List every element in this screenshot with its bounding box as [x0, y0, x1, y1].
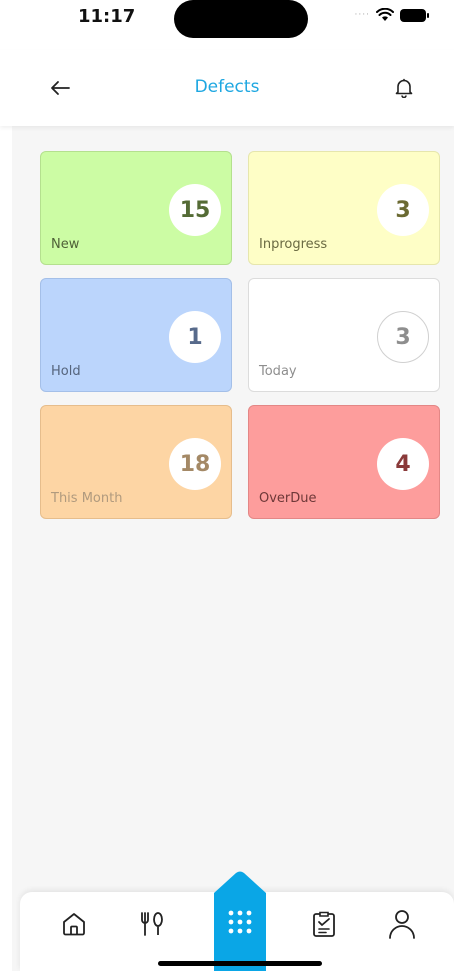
status-time: 11:17: [78, 6, 136, 27]
card-count: 18: [169, 438, 221, 490]
dashboard-content: 15 New 3 Inprogress 1 Hold 3 Today 18 This Month 4…: [12, 126, 454, 971]
apps-grid-icon: [228, 910, 252, 934]
nav-home[interactable]: [54, 904, 94, 944]
status-bar: 11:17 ····: [0, 0, 454, 50]
status-card-hold[interactable]: 1 Hold: [40, 278, 232, 392]
card-count: 3: [377, 184, 429, 236]
card-label: New: [51, 237, 80, 252]
profile-icon: [389, 910, 415, 939]
app-header: Defects: [0, 50, 454, 126]
status-card-today[interactable]: 3 Today: [248, 278, 440, 392]
page-title: Defects: [194, 77, 260, 97]
nav-dining[interactable]: [132, 904, 172, 944]
bottom-navigation: [20, 871, 454, 971]
card-count: 15: [169, 184, 221, 236]
card-label: Today: [259, 364, 297, 379]
card-label: OverDue: [259, 491, 317, 506]
status-card-this-month[interactable]: 18 This Month: [40, 405, 232, 519]
nav-apps[interactable]: [214, 871, 266, 971]
status-card-overdue[interactable]: 4 OverDue: [248, 405, 440, 519]
notifications-button[interactable]: [390, 74, 418, 102]
status-card-new[interactable]: 15 New: [40, 151, 232, 265]
card-count: 3: [377, 311, 429, 363]
dining-icon: [141, 912, 163, 936]
status-icons: ····: [354, 8, 429, 22]
card-label: Hold: [51, 364, 81, 379]
card-label: Inprogress: [259, 237, 328, 252]
nav-checklist[interactable]: [304, 904, 344, 944]
home-icon: [63, 913, 85, 936]
dynamic-island: [174, 0, 308, 38]
battery-icon: [400, 8, 429, 22]
card-count: 4: [377, 438, 429, 490]
checklist-icon: [313, 911, 335, 937]
card-label: This Month: [51, 491, 123, 506]
bell-icon: [395, 78, 413, 98]
card-count: 1: [169, 311, 221, 363]
defect-status-grid: 15 New 3 Inprogress 1 Hold 3 Today 18 This Month 4…: [40, 151, 440, 519]
cellular-signal-icon: ····: [354, 10, 370, 20]
status-card-inprogress[interactable]: 3 Inprogress: [248, 151, 440, 265]
home-indicator: [158, 961, 322, 966]
wifi-icon: [376, 8, 394, 21]
nav-profile[interactable]: [382, 904, 422, 944]
